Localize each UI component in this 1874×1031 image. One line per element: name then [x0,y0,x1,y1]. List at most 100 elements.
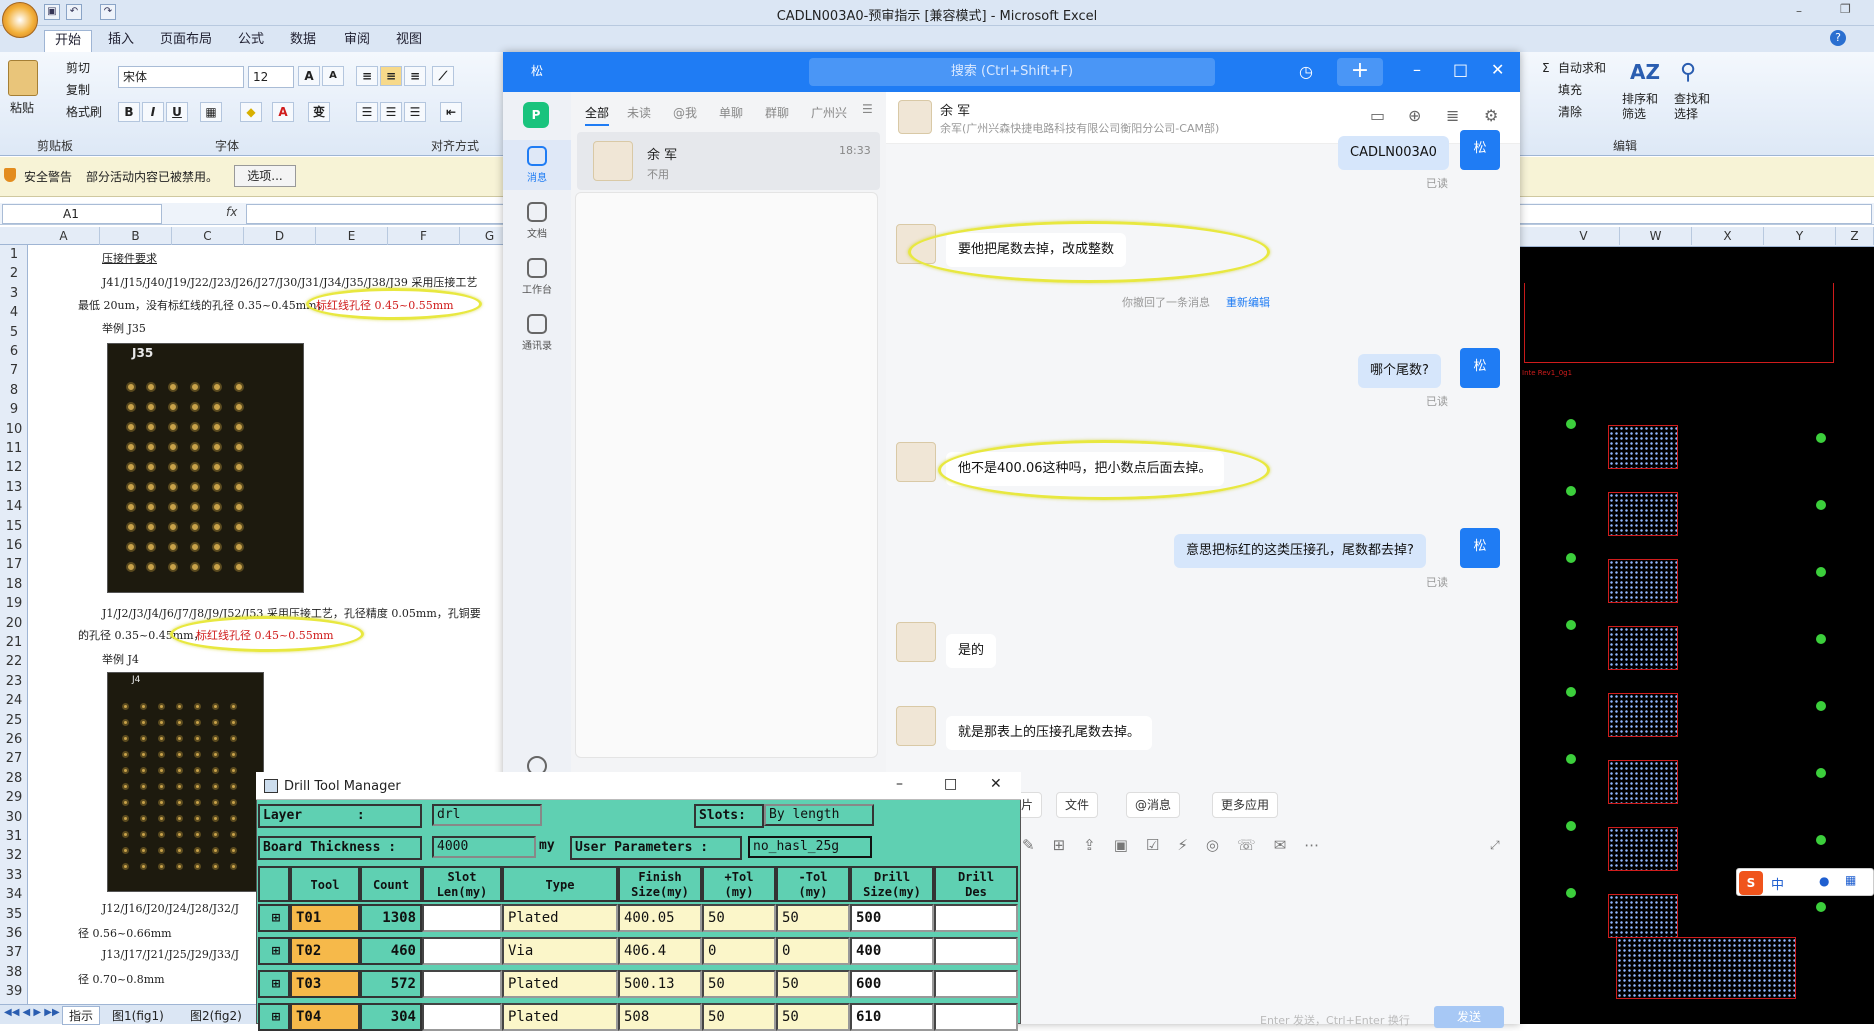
tab-review[interactable]: 审阅 [334,30,380,52]
drill-des-input[interactable] [934,970,1018,998]
col-header-d[interactable]: D [244,227,316,245]
row-header[interactable]: 27 [0,749,28,768]
paste-button[interactable]: 粘贴 [10,98,34,118]
message-bubble[interactable]: 意思把标红的这类压接孔，尾数都去掉? [1174,534,1426,568]
row-header[interactable]: 26 [0,730,28,749]
row-header[interactable]: 1 [0,245,28,264]
slots-select[interactable]: By length [764,804,874,826]
expand-button[interactable]: ⊞ [258,904,290,932]
message-bubble[interactable]: 哪个尾数? [1358,354,1441,388]
find-select-button[interactable]: 查找和 选择 [1674,92,1710,121]
row-header[interactable]: 3 [0,284,28,303]
row-header[interactable]: 25 [0,711,28,730]
row-header[interactable]: 12 [0,458,28,477]
drill-size-input[interactable]: 600 [850,970,934,998]
row-header[interactable]: 13 [0,478,28,497]
plus-tol-input[interactable]: 50 [702,904,776,932]
tab-view[interactable]: 视图 [386,30,432,52]
row-header[interactable]: 24 [0,691,28,710]
cell-r4[interactable]: 举例 J35 [102,320,146,336]
sender-avatar[interactable] [896,622,936,662]
tab-insert[interactable]: 插入 [98,30,144,52]
cell-r21[interactable]: 举例 J4 [102,651,139,667]
drill-minimize-icon[interactable]: – [896,776,903,792]
nav-docs[interactable]: 文档 [503,202,571,240]
row-header[interactable]: 15 [0,517,28,536]
slot-len-input[interactable] [422,1003,502,1031]
orientation-icon[interactable]: ⟋ [432,66,454,86]
sender-avatar[interactable] [896,706,936,746]
tool-cell[interactable]: T04 [290,1003,360,1031]
plus-tol-input[interactable]: 50 [702,970,776,998]
finish-size-input[interactable]: 400.05 [618,904,702,932]
row-header[interactable]: 28 [0,769,28,788]
send-button[interactable]: 发送 [1434,1006,1504,1028]
cell-r2[interactable]: J41/J15/J40/J19/J22/J23/J26/J27/J30/J31/… [102,274,477,290]
keyboard-icon[interactable]: ▦ [1845,873,1856,887]
cell-r38[interactable]: 径 0.70~0.8mm [78,971,165,987]
slot-len-input[interactable] [422,970,502,998]
name-box[interactable]: A1 [2,204,162,224]
row-header[interactable]: 17 [0,555,28,574]
col-header-w[interactable]: W [1620,227,1692,245]
message-bubble[interactable]: CADLN003A0 [1338,136,1449,170]
drill-des-input[interactable] [934,1003,1018,1031]
list-tab-all[interactable]: 全部 [585,104,610,126]
phonetic-icon[interactable]: 变 [308,102,330,122]
list-tab-single[interactable]: 单聊 [719,104,743,121]
message-bubble[interactable]: 是的 [946,634,997,668]
tool-cell[interactable]: T03 [290,970,360,998]
clear-button[interactable]: 清除 [1558,102,1582,122]
sheet-tab-1[interactable]: 指示 [62,1006,101,1025]
autosum-button[interactable]: 自动求和 [1558,58,1606,78]
row-header[interactable]: 9 [0,400,28,419]
col-header-e[interactable]: E [316,227,388,245]
help-icon[interactable]: ? [1830,30,1846,46]
col-header-a[interactable]: A [28,227,100,245]
sheet-nav-icon[interactable]: ◀◀ ◀ ▶ ▶▶ [4,1007,60,1018]
sort-filter-button[interactable]: 排序和 筛选 [1622,92,1658,121]
drill-size-input[interactable]: 610 [850,1003,934,1031]
expand-icon[interactable]: ⤢ [1490,838,1500,853]
row-header[interactable]: 11 [0,439,28,458]
minus-tol-input[interactable]: 0 [776,937,850,965]
tool-more-apps-button[interactable]: 更多应用 [1212,792,1279,818]
sheet-tab-3[interactable]: 图2(fig2) [186,1007,246,1024]
underline-icon[interactable]: U [166,102,188,122]
ime-mode[interactable]: 中 [1771,874,1784,893]
add-member-icon[interactable]: ⊕ [1408,106,1421,125]
user-params-input[interactable]: no_hasl_25g [748,836,872,858]
border-icon[interactable]: ▦ [200,102,222,122]
row-header[interactable]: 10 [0,420,28,439]
col-header-f[interactable]: F [388,227,460,245]
cell-r3[interactable]: 最低 20um，没有标红线的孔径 0.35~0.45mm， [78,297,328,313]
align-bottom-icon[interactable]: ≡ [404,66,426,86]
drill-size-input[interactable]: 500 [850,904,934,932]
row-header[interactable]: 33 [0,866,28,885]
chat-brand-icon[interactable]: P [523,102,549,128]
type-select[interactable]: Plated [502,904,618,932]
cut-button[interactable]: 剪切 [66,58,90,78]
tool-mention-button[interactable]: @消息 [1126,792,1181,818]
list-tab-unread[interactable]: 未读 [627,104,651,121]
chat-search-input[interactable]: 搜索 (Ctrl+Shift+F) [809,58,1215,86]
minus-tol-input[interactable]: 50 [776,1003,850,1031]
type-select[interactable]: Plated [502,1003,618,1031]
fill-color-icon[interactable]: ◆ [240,102,262,122]
italic-icon[interactable]: I [142,102,164,122]
col-header-x[interactable]: X [1692,227,1764,245]
format-painter-button[interactable]: 格式刷 [66,102,102,122]
search-history-icon[interactable]: ≣ [1446,106,1459,125]
expand-button[interactable]: ⊞ [258,970,290,998]
cam-view[interactable]: Inte Rev1_0g1 [1520,247,1874,1024]
font-size-select[interactable]: 12 [248,66,294,88]
drill-des-input[interactable] [934,937,1018,965]
cell-r35[interactable]: J12/J16/J20/J24/J28/J32/J [102,902,239,915]
autosum-icon[interactable]: Σ [1542,58,1550,78]
row-header[interactable]: 35 [0,905,28,924]
row-header[interactable]: 32 [0,846,28,865]
row-header[interactable]: 39 [0,982,28,1001]
list-tab-mentions[interactable]: @我 [673,104,697,121]
tool-file-button[interactable]: 文件 [1056,792,1099,818]
row-header[interactable]: 36 [0,924,28,943]
